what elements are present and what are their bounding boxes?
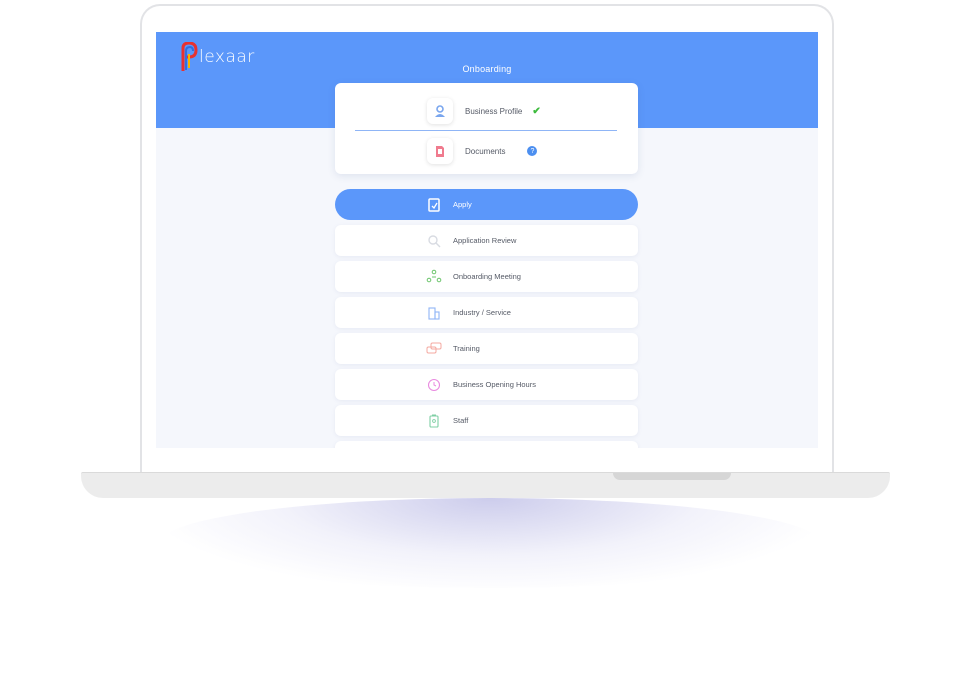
step-industry-service[interactable]: Industry / Service [335,297,638,328]
step-label: Business Opening Hours [453,380,536,389]
step-label: Staff [453,416,469,425]
step-training[interactable]: Training [335,333,638,364]
business-profile-row[interactable]: Business Profile ✔ [335,91,638,131]
step-business-opening-hours[interactable]: Business Opening Hours [335,369,638,400]
step-next-partial[interactable] [335,441,638,448]
step-label: Application Review [453,236,517,245]
step-label: Apply [453,200,472,209]
building-icon [426,305,442,321]
step-label: Onboarding Meeting [453,272,521,281]
step-application-review[interactable]: Application Review [335,225,638,256]
team-meeting-icon [426,269,442,285]
id-badge-icon [426,413,442,429]
info-icon[interactable]: ? [527,146,538,156]
checkmark-icon: ✔ [532,105,541,117]
onboarding-summary-card: Business Profile ✔ Documents ? [335,83,638,174]
step-label: Training [453,344,480,353]
step-apply[interactable]: Apply [335,189,638,220]
step-staff[interactable]: Staff [335,405,638,436]
business-profile-label: Business Profile [465,106,523,116]
documents-row[interactable]: Documents ? [335,131,638,171]
document-icon [427,138,453,164]
page-title: Onboarding [462,64,512,74]
documents-label: Documents [465,146,506,156]
step-label: Industry / Service [453,308,511,317]
chat-bubbles-icon [426,341,442,357]
laptop-notch [613,473,731,480]
laptop-shadow [160,498,820,588]
clock-icon [426,377,442,393]
user-profile-icon [427,98,453,124]
step-onboarding-meeting[interactable]: Onboarding Meeting [335,261,638,292]
laptop-base [81,472,890,498]
clipboard-icon [426,197,442,213]
app-screen: lexaar Onboarding Business Profile ✔ Doc… [156,32,818,448]
search-icon [426,233,442,249]
